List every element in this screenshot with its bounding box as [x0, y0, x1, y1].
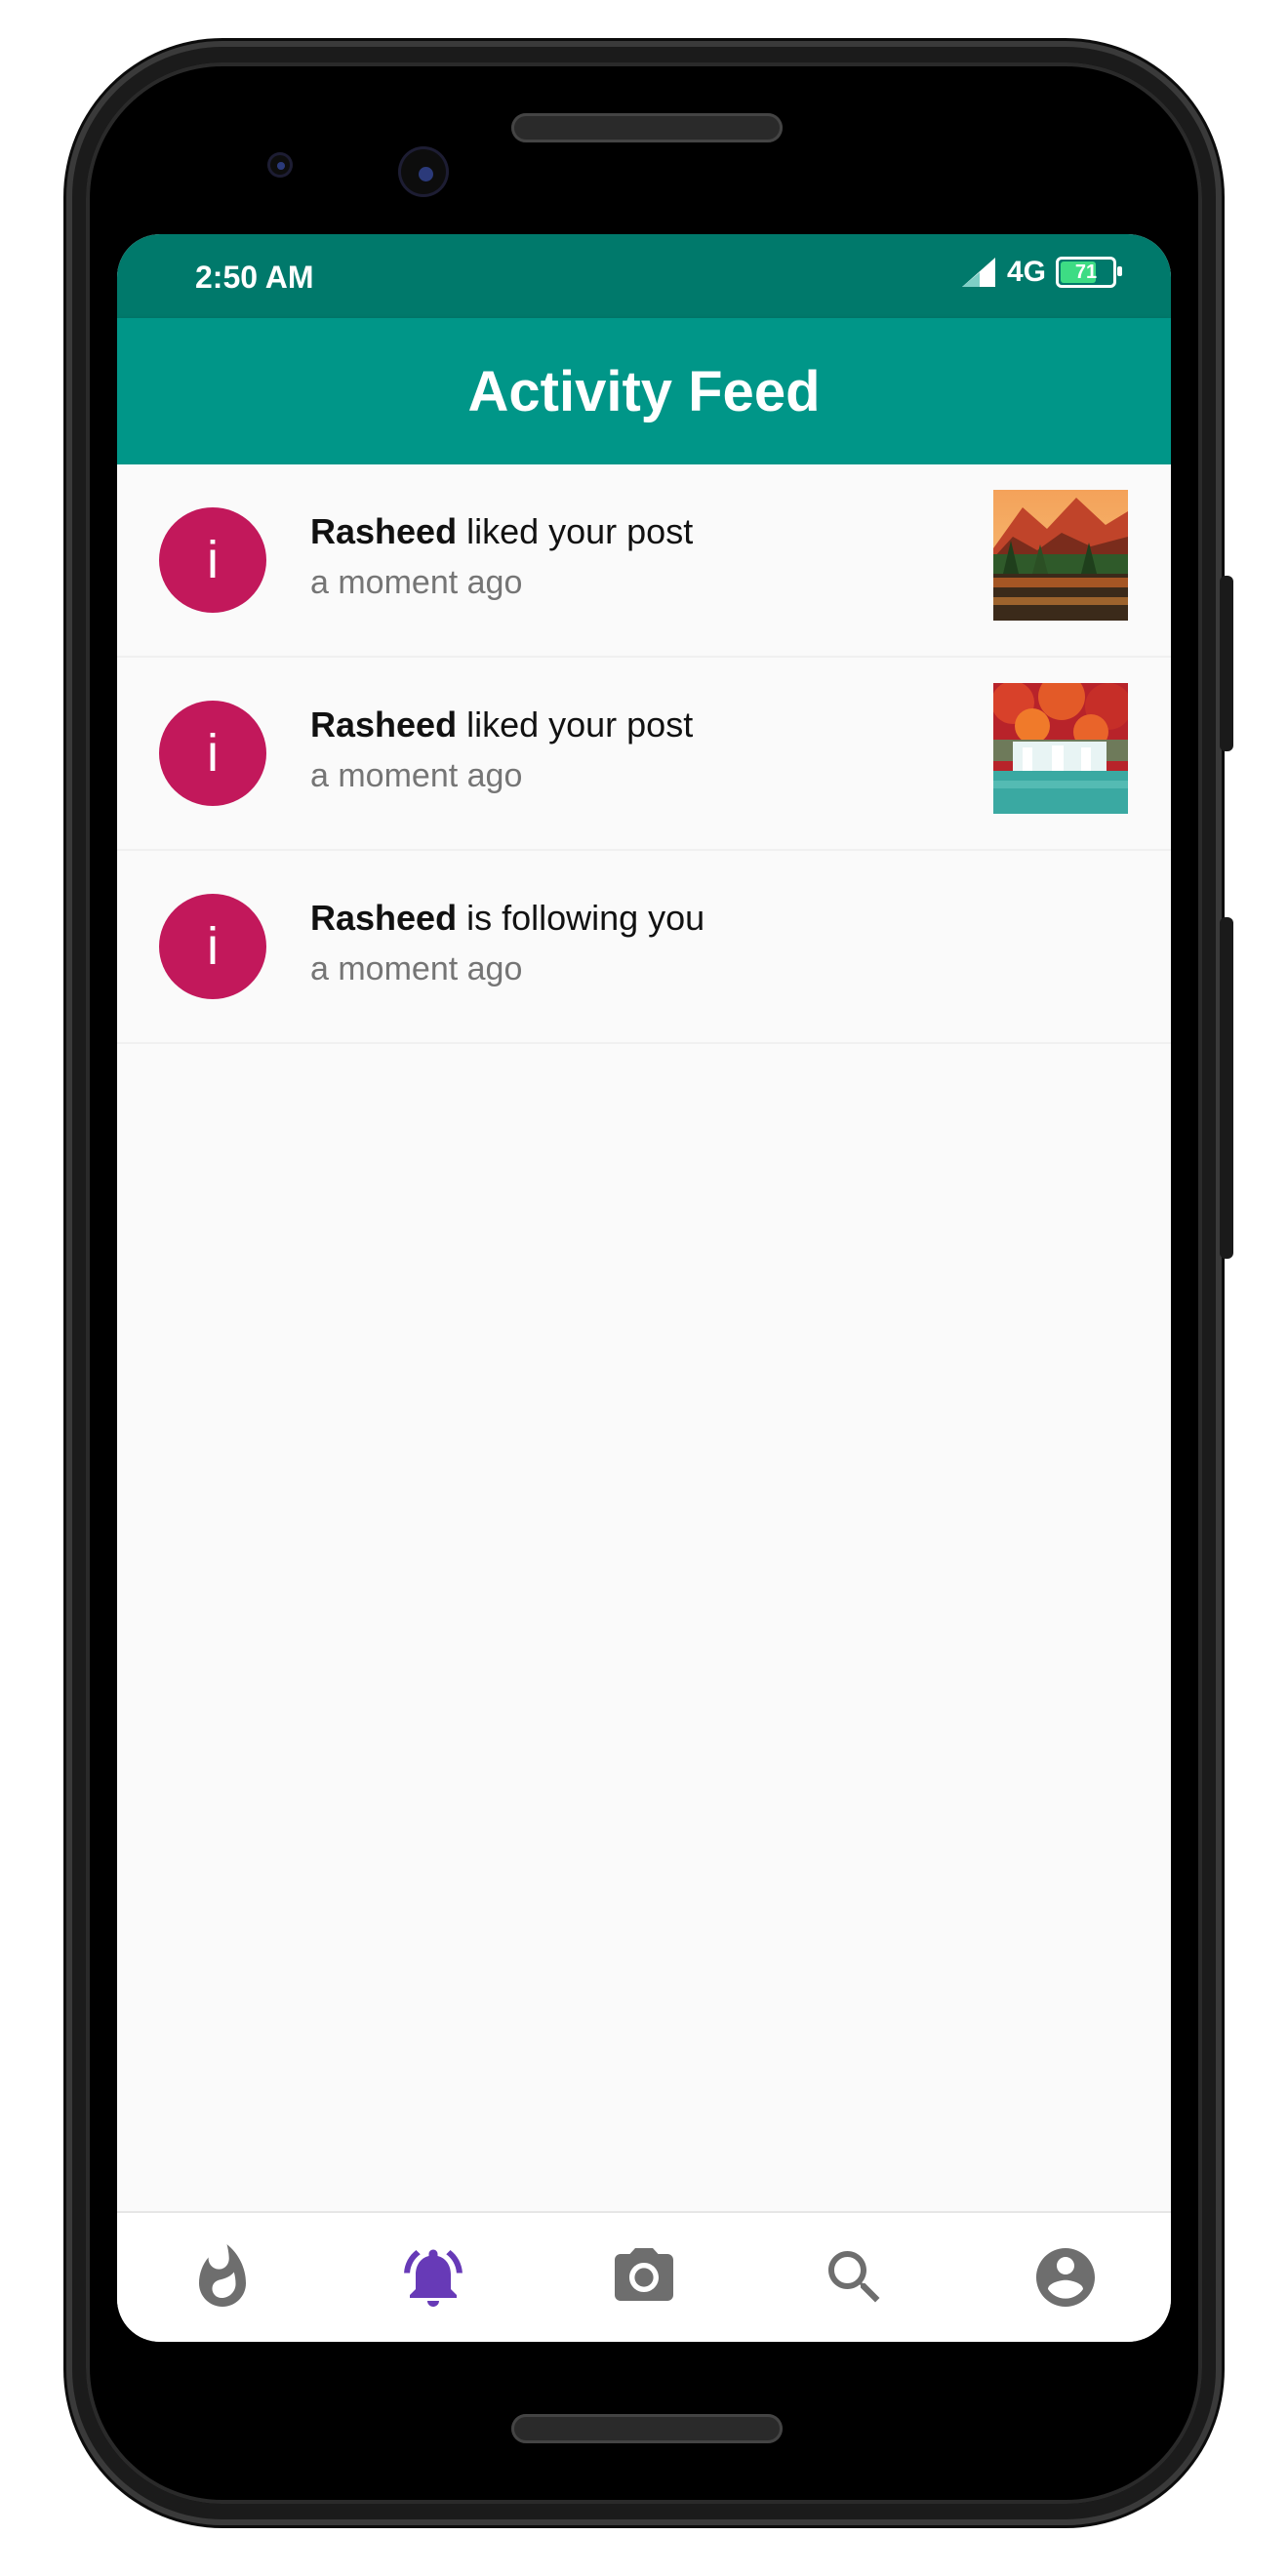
nav-profile[interactable] [1007, 2229, 1124, 2326]
battery-icon: 71 [1056, 257, 1122, 288]
activity-action: liked your post [457, 511, 694, 551]
post-thumbnail[interactable] [993, 490, 1128, 621]
bottom-speaker [511, 2414, 783, 2443]
earpiece-speaker [511, 113, 783, 142]
nav-search[interactable] [796, 2229, 913, 2326]
post-thumbnail[interactable] [993, 683, 1128, 814]
front-camera [398, 146, 449, 197]
timestamp: a moment ago [310, 950, 523, 987]
avatar[interactable]: i [159, 894, 266, 999]
activity-feed-list: i Rasheed liked your post a moment ago i… [117, 464, 1171, 1044]
activity-action: liked your post [457, 704, 694, 745]
nav-upload[interactable] [585, 2229, 703, 2326]
screen: 2:50 AM 4G 71 Activity Feed i Rasheed li… [117, 234, 1171, 2342]
sensor [267, 152, 293, 178]
timestamp: a moment ago [310, 757, 523, 794]
app-bar: Activity Feed [117, 318, 1171, 464]
battery-level: 71 [1074, 261, 1098, 283]
activity-item[interactable]: i Rasheed liked your post a moment ago [117, 658, 1171, 851]
avatar[interactable]: i [159, 701, 266, 806]
bell-icon [404, 2249, 463, 2307]
signal-icon [961, 258, 995, 287]
camera-icon [615, 2248, 673, 2301]
nav-timeline[interactable] [164, 2229, 281, 2326]
timestamp: a moment ago [310, 564, 523, 601]
status-bar: 2:50 AM 4G 71 [117, 234, 1171, 318]
network-type: 4G [1006, 256, 1046, 288]
activity-text: Rasheed liked your post [310, 704, 693, 745]
activity-text: Rasheed liked your post [310, 511, 693, 552]
status-time: 2:50 AM [195, 260, 314, 295]
activity-item[interactable]: i Rasheed liked your post a moment ago [117, 464, 1171, 658]
username[interactable]: Rasheed [310, 898, 457, 938]
account-icon [1036, 2248, 1095, 2307]
nav-activity-feed[interactable] [375, 2229, 492, 2326]
activity-text: Rasheed is following you [310, 898, 704, 939]
activity-item[interactable]: i Rasheed is following you a moment ago [117, 851, 1171, 1044]
username[interactable]: Rasheed [310, 511, 457, 551]
activity-action: is following you [457, 898, 705, 938]
search-icon [828, 2251, 880, 2303]
page-title: Activity Feed [467, 359, 821, 423]
avatar[interactable]: i [159, 507, 266, 613]
power-button [1220, 576, 1233, 751]
username[interactable]: Rasheed [310, 704, 457, 745]
fire-icon [199, 2244, 246, 2307]
volume-button [1220, 917, 1233, 1259]
bottom-navigation [117, 2211, 1171, 2342]
